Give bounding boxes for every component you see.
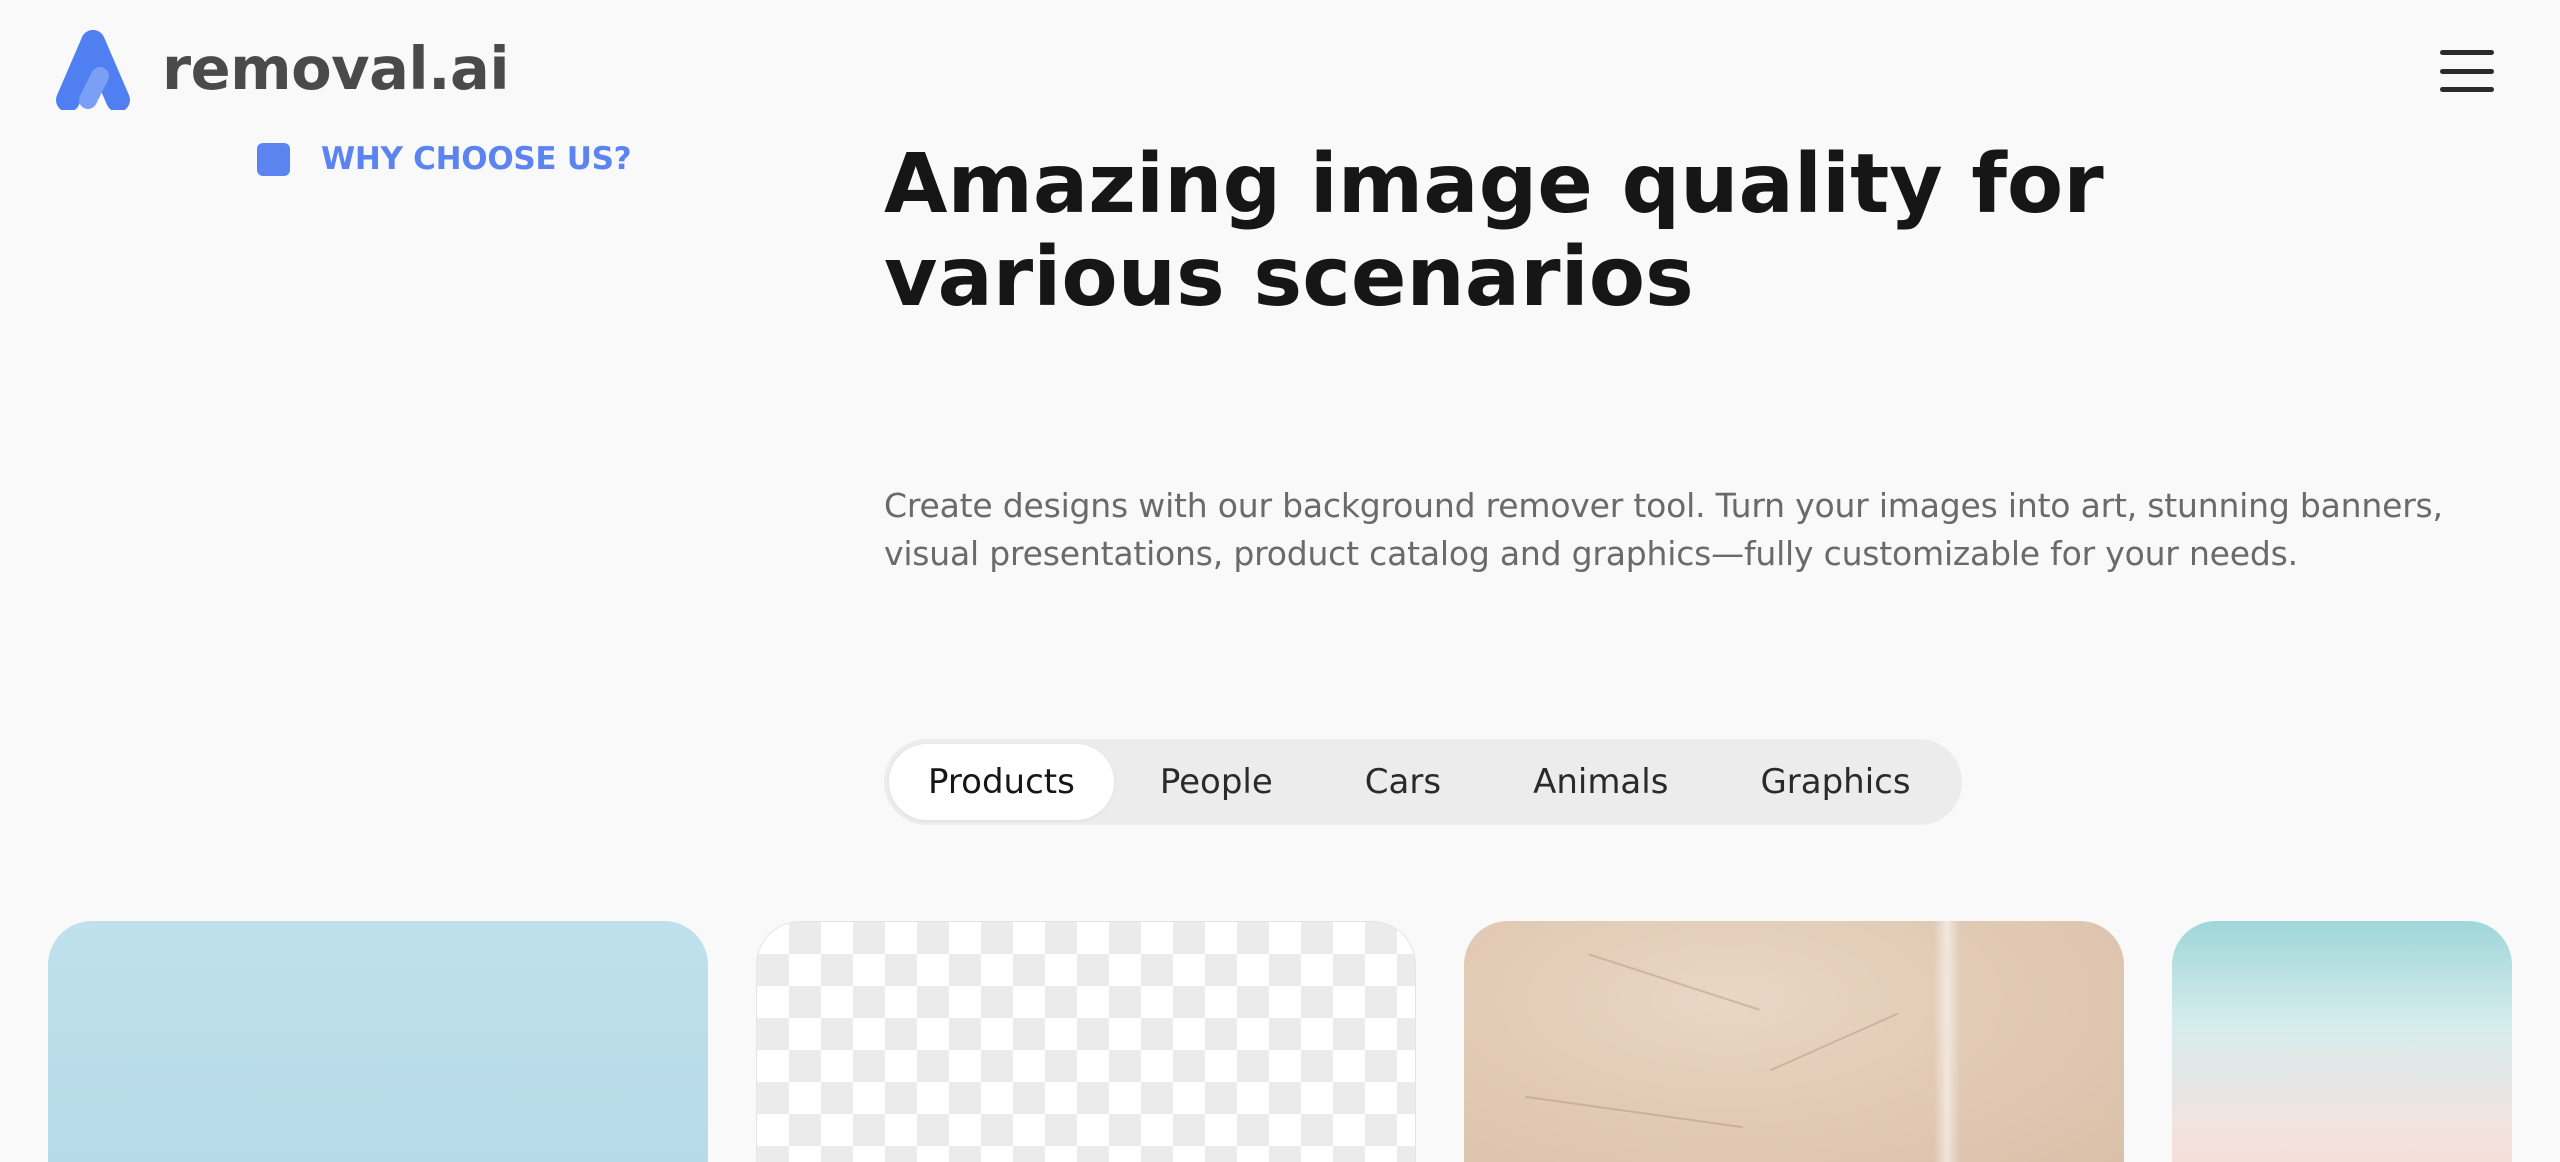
stone-texture-detail	[1524, 1095, 1744, 1129]
example-image-card[interactable]	[1464, 921, 2124, 1162]
stone-texture-detail	[1934, 921, 1960, 1162]
tab-graphics[interactable]: Graphics	[1714, 744, 1956, 820]
tab-people[interactable]: People	[1114, 744, 1319, 820]
tab-products[interactable]: Products	[889, 744, 1114, 820]
section-title: Amazing image quality for various scenar…	[884, 137, 2104, 325]
hamburger-menu-icon[interactable]	[2440, 48, 2494, 94]
stone-texture-detail	[1588, 953, 1760, 1011]
brand-name: removal.ai	[162, 33, 510, 103]
eyebrow-square-icon	[257, 142, 290, 176]
section-description: Create designs with our background remov…	[884, 486, 2443, 573]
section-eyebrow: WHY CHOOSE US?	[257, 141, 632, 177]
transparent-result-card[interactable]	[756, 921, 1416, 1162]
stone-texture-detail	[1769, 1012, 1899, 1072]
page: removal.ai WHY CHOOSE US? Amazing image …	[0, 0, 2560, 1162]
eyebrow-label: WHY CHOOSE US?	[321, 141, 632, 177]
menu-bar	[2440, 68, 2494, 74]
example-image-card[interactable]	[48, 921, 708, 1162]
logo-link[interactable]: removal.ai	[48, 26, 510, 110]
tab-cars[interactable]: Cars	[1319, 744, 1487, 820]
removal-ai-logo-icon	[56, 30, 130, 110]
tab-animals[interactable]: Animals	[1487, 744, 1714, 820]
category-tabs: Products People Cars Animals Graphics	[884, 739, 1962, 825]
menu-bar	[2440, 50, 2494, 55]
menu-bar	[2440, 87, 2494, 92]
example-image-card[interactable]	[2172, 921, 2512, 1162]
